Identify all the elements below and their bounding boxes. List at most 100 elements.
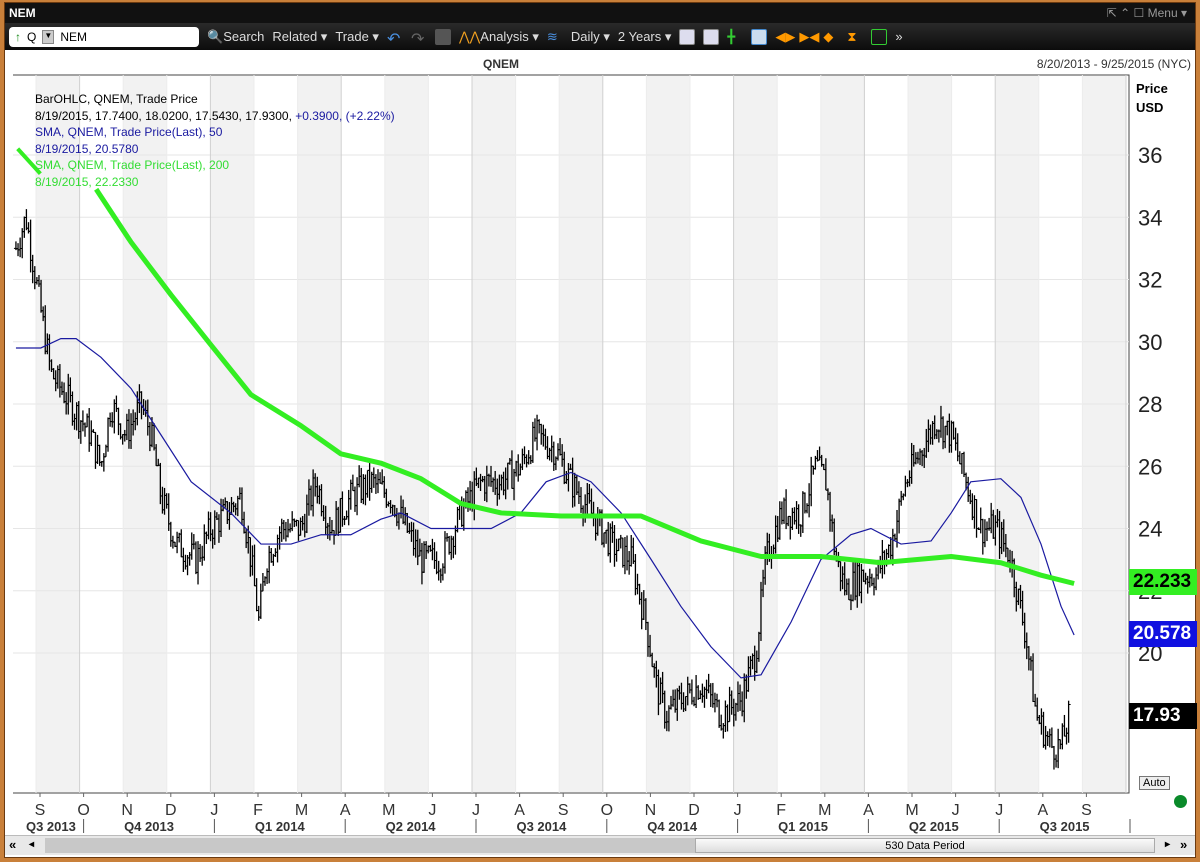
x-tick-label: M [905, 802, 918, 819]
y-axis-title: Price USD [1136, 79, 1168, 117]
expand-vertical-icon[interactable]: ◆ [823, 29, 839, 45]
y-tick-label: 32 [1138, 268, 1162, 293]
symbol-box[interactable]: ↑ Q ▼ NEM [9, 26, 199, 47]
x-tick-label: J [210, 802, 218, 819]
compress-horizontal-icon[interactable]: ▶◀ [799, 29, 819, 45]
up-arrow-icon: ↑ [15, 29, 21, 44]
chart-header: QNEM 8/20/2013 - 9/25/2015 (NYC) [5, 50, 1195, 74]
y-axis-title-price: Price [1136, 81, 1168, 96]
x-tick-label: D [688, 802, 700, 819]
window-controls[interactable]: ⇱ ⌃ ☐ Menu ▾ [1107, 6, 1187, 20]
quarter-label: Q2 2015 [909, 819, 959, 834]
x-tick-label: N [121, 802, 133, 819]
quarter-label: Q4 2014 [647, 819, 698, 834]
scroll-left-icon[interactable]: ◂ [29, 839, 34, 850]
x-tick-label: F [253, 802, 263, 819]
x-tick-label: M [295, 802, 308, 819]
more-icon[interactable]: » [895, 29, 902, 44]
x-tick-label: S [35, 802, 46, 819]
legend-line: 8/19/2015, 20.5780 [35, 141, 395, 158]
quote-type-dropdown[interactable]: ▼ [42, 29, 55, 44]
x-tick-label: J [995, 802, 1003, 819]
sma50-value-badge: 20.578 [1129, 621, 1197, 647]
waves-icon[interactable]: ≋ [547, 29, 563, 45]
search-button[interactable]: 🔍Search [207, 29, 264, 45]
legend-text: SMA, QNEM, Trade Price(Last), 50 [35, 125, 223, 139]
quarter-label: Q1 2015 [778, 819, 828, 834]
compress-vertical-icon[interactable]: ⧗ [847, 29, 863, 45]
crosshair-icon[interactable]: ╋ [727, 29, 743, 45]
x-tick-label: J [472, 802, 480, 819]
scroll-end-icon[interactable]: » [1180, 837, 1187, 852]
x-tick-label: O [77, 802, 89, 819]
month-band [995, 76, 1039, 792]
search-icon: 🔍 [207, 28, 224, 44]
legend-change: +0.3900, (+2.22%) [291, 108, 395, 123]
legend-line: 8/19/2015, 22.2330 [35, 174, 395, 191]
line-chart-icon[interactable] [679, 28, 696, 45]
quarter-label: Q4 2013 [124, 819, 174, 834]
legend-line: SMA, QNEM, Trade Price(Last), 50 [35, 124, 395, 141]
date-range: 8/20/2013 - 9/25/2015 (NYC) [1036, 57, 1191, 71]
x-tick-label: A [1037, 802, 1048, 819]
month-band [1082, 76, 1126, 792]
quarter-label: Q3 2014 [516, 819, 567, 834]
quarter-label: Q1 2014 [255, 819, 306, 834]
auto-scale-button[interactable]: Auto [1139, 776, 1170, 790]
y-tick-label: 28 [1138, 392, 1162, 417]
window-title: NEM [9, 6, 36, 20]
month-band [559, 76, 603, 792]
y-tick-label: 34 [1138, 205, 1162, 230]
y-tick-label: 24 [1138, 517, 1162, 542]
x-tick-label: J [952, 802, 960, 819]
chart-window: NEM ⇱ ⌃ ☐ Menu ▾ ↑ Q ▼ NEM 🔍Search Relat… [4, 2, 1197, 858]
related-menu[interactable]: Related ▾ [272, 29, 327, 45]
scroll-start-icon[interactable]: « [9, 837, 16, 852]
redo-icon[interactable]: ↷ [411, 29, 427, 48]
x-tick-label: S [558, 802, 569, 819]
legend-text: 8/19/2015, 20.5780 [35, 141, 139, 156]
zoom-box-icon[interactable] [751, 28, 768, 45]
scroll-right-icon[interactable]: ▸ [1165, 839, 1170, 850]
legend-line: BarOHLC, QNEM, Trade Price [35, 91, 395, 108]
folder-icon[interactable] [434, 28, 451, 45]
expand-horizontal-icon[interactable]: ◀▶ [775, 29, 795, 45]
toolbar: ↑ Q ▼ NEM 🔍Search Related ▾ Trade ▾ ↶ ↷ … [5, 23, 1195, 50]
legend-text: 8/19/2015, 22.2330 [35, 174, 139, 189]
legend-line: 8/19/2015, 17.7400, 18.0200, 17.5430, 17… [35, 108, 395, 125]
month-band [646, 76, 690, 792]
analysis-label: Analysis ▾ [480, 28, 539, 44]
x-tick-label: J [428, 802, 436, 819]
x-tick-label: J [734, 802, 742, 819]
quarter-label: Q2 2014 [386, 819, 437, 834]
legend-line: SMA, QNEM, Trade Price(Last), 200 [35, 157, 395, 174]
interval-select[interactable]: Daily ▾ [571, 29, 610, 45]
analysis-icon: ⋀⋀ [458, 28, 481, 44]
compare-chart-icon[interactable] [703, 28, 720, 45]
scrollbar[interactable]: « ◂ 530 Data Period ▸ » [5, 835, 1195, 855]
sma200-value-badge: 22.233 [1129, 569, 1197, 595]
symbol-input[interactable]: NEM [60, 30, 87, 44]
month-band [820, 76, 865, 792]
range-select[interactable]: 2 Years ▾ [618, 29, 672, 45]
y-tick-label: 30 [1138, 330, 1162, 355]
undo-icon[interactable]: ↶ [387, 29, 403, 48]
x-tick-label: N [645, 802, 657, 819]
title-bar: NEM ⇱ ⌃ ☐ Menu ▾ [5, 3, 1195, 23]
quote-type[interactable]: Q [27, 30, 36, 44]
legend-text: BarOHLC, QNEM, Trade Price [35, 92, 198, 106]
search-label: Search [223, 28, 265, 44]
trade-menu[interactable]: Trade ▾ [335, 29, 379, 45]
scroll-track[interactable] [45, 838, 695, 853]
analysis-menu[interactable]: ⋀⋀Analysis ▾ [459, 29, 539, 45]
month-band [472, 76, 516, 792]
scroll-thumb[interactable]: 530 Data Period [695, 838, 1155, 853]
quarter-label: Q3 2013 [26, 819, 76, 834]
status-indicator [1174, 795, 1187, 808]
chart-symbol: QNEM [483, 57, 519, 71]
y-axis-title-currency: USD [1136, 100, 1164, 115]
select-icon[interactable] [871, 28, 888, 45]
legend: BarOHLC, QNEM, Trade Price 8/19/2015, 17.… [35, 91, 395, 190]
legend-text: 8/19/2015, 17.7400, 18.0200, 17.5430, 17… [35, 108, 292, 123]
x-tick-label: A [340, 802, 351, 819]
